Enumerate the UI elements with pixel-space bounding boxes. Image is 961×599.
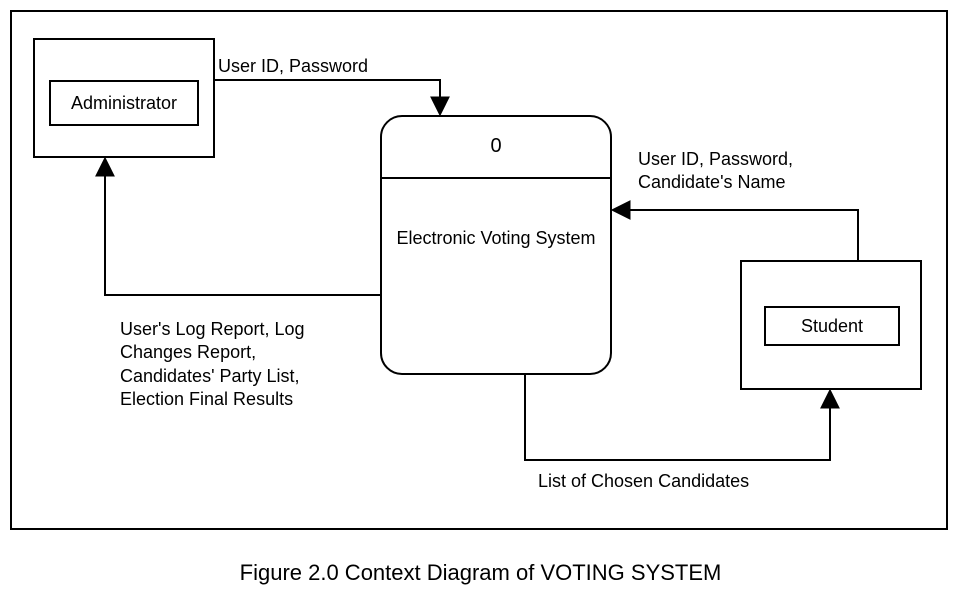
figure-caption: Figure 2.0 Context Diagram of VOTING SYS… [0,560,961,586]
flow-label-process-to-admin: User's Log Report, Log Changes Report, C… [120,318,380,412]
diagram-canvas: Administrator 0 Electronic Voting System… [0,0,961,599]
entity-student: Student [740,260,922,390]
process-name: Electronic Voting System [382,227,610,250]
flow-label-process-to-student: List of Chosen Candidates [538,470,749,493]
entity-administrator-label-box: Administrator [49,80,199,126]
entity-administrator: Administrator [33,38,215,158]
entity-administrator-label: Administrator [71,93,177,114]
process-electronic-voting-system: 0 Electronic Voting System [380,115,612,375]
entity-student-label: Student [801,316,863,337]
process-divider [382,177,610,179]
flow-label-student-to-process: User ID, Password, Candidate's Name [638,148,868,195]
process-number: 0 [382,135,610,158]
entity-student-label-box: Student [764,306,900,346]
flow-label-admin-to-process: User ID, Password [218,55,368,78]
